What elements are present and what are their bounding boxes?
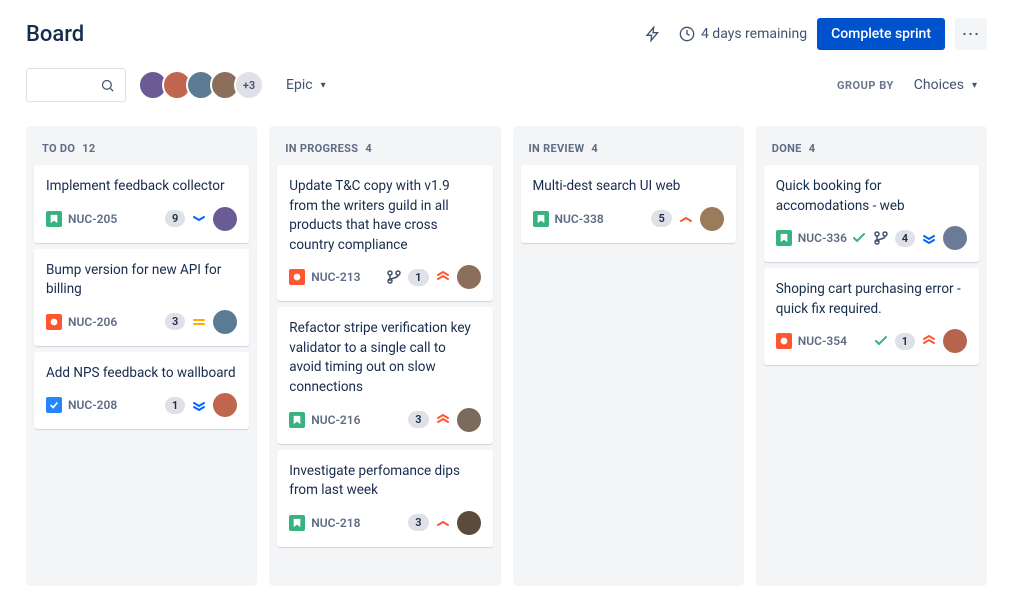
card-title: Shoping cart purchasing error - quick fi…: [776, 280, 967, 319]
search-icon: [100, 78, 115, 93]
page-title: Board: [26, 22, 84, 47]
issue-card[interactable]: Multi-dest search UI web NUC-338 5: [521, 165, 736, 243]
assignee-avatar[interactable]: [213, 393, 237, 417]
issue-key: NUC-338: [555, 212, 604, 226]
column-header: IN PROGRESS 4: [277, 134, 492, 165]
card-title: Bump version for new API for billing: [46, 261, 237, 300]
priority-highest-icon: [435, 412, 451, 428]
column-header: IN REVIEW 4: [521, 134, 736, 165]
column-count: 12: [82, 142, 95, 155]
priority-highest-icon: [921, 333, 937, 349]
story-points-badge: 3: [408, 411, 428, 428]
issue-key: NUC-213: [311, 270, 360, 284]
avatar-overflow[interactable]: +3: [234, 70, 264, 100]
priority-lowest-icon: [921, 230, 937, 246]
story-points-badge: 1: [408, 269, 428, 286]
card-title: Refactor stripe verification key validat…: [289, 319, 480, 397]
issue-key: NUC-336: [798, 231, 847, 245]
card-title: Quick booking for accomodations - web: [776, 177, 967, 216]
story-points-badge: 4: [895, 230, 915, 247]
story-points-badge: 5: [651, 210, 671, 227]
priority-lowest-icon: [191, 397, 207, 413]
column-count: 4: [591, 142, 598, 155]
column-count: 4: [365, 142, 372, 155]
issue-card[interactable]: Refactor stripe verification key validat…: [277, 307, 492, 443]
assignee-avatar[interactable]: [457, 265, 481, 289]
done-check-icon: [873, 333, 889, 349]
issue-card[interactable]: Update T&C copy with v1.9 from the write…: [277, 165, 492, 301]
priority-high-icon: [435, 515, 451, 531]
column-title: TO DO: [42, 142, 75, 155]
story-points-badge: 3: [408, 514, 428, 531]
assignee-avatar[interactable]: [700, 207, 724, 231]
issue-key: NUC-216: [311, 413, 360, 427]
branch-icon: [873, 230, 889, 246]
column-title: DONE: [772, 142, 802, 155]
branch-icon: [386, 269, 402, 285]
kanban-board: TO DO 12 Implement feedback collector NUC-…: [26, 126, 987, 586]
issue-key: NUC-205: [68, 212, 117, 226]
assignee-avatar[interactable]: [213, 310, 237, 334]
board-column: IN PROGRESS 4 Update T&C copy with v1.9 f…: [269, 126, 500, 586]
card-title: Investigate perfomance dips from last we…: [289, 462, 480, 501]
issue-key: NUC-218: [311, 516, 360, 530]
assignee-avatar[interactable]: [943, 226, 967, 250]
issue-card[interactable]: Add NPS feedback to wallboard NUC-208 1: [34, 352, 249, 430]
story-points-badge: 1: [165, 397, 185, 414]
story-issue-icon: [776, 230, 792, 246]
bug-issue-icon: [46, 314, 62, 330]
board-column: TO DO 12 Implement feedback collector NUC-…: [26, 126, 257, 586]
task-issue-icon: [46, 397, 62, 413]
column-header: DONE 4: [764, 134, 979, 165]
assignee-avatar[interactable]: [943, 329, 967, 353]
time-remaining: 4 days remaining: [679, 26, 807, 42]
assignee-avatar[interactable]: [213, 207, 237, 231]
done-check-icon: [851, 230, 867, 246]
card-title: Update T&C copy with v1.9 from the write…: [289, 177, 480, 255]
story-issue-icon: [289, 412, 305, 428]
issue-card[interactable]: Quick booking for accomodations - web NUC…: [764, 165, 979, 262]
assignee-filter-avatars[interactable]: +3: [138, 70, 264, 100]
column-title: IN REVIEW: [529, 142, 585, 155]
chevron-down-icon: ▾: [972, 80, 977, 91]
bug-issue-icon: [776, 333, 792, 349]
column-count: 4: [809, 142, 816, 155]
board-column: IN REVIEW 4 Multi-dest search UI web NUC-3…: [513, 126, 744, 586]
issue-card[interactable]: Implement feedback collector NUC-205 9: [34, 165, 249, 243]
more-menu-button[interactable]: ⋯: [955, 18, 987, 50]
column-header: TO DO 12: [34, 134, 249, 165]
bug-issue-icon: [289, 269, 305, 285]
story-points-badge: 1: [895, 333, 915, 350]
priority-highest-icon: [435, 269, 451, 285]
story-issue-icon: [533, 211, 549, 227]
story-issue-icon: [46, 211, 62, 227]
group-by-label: GROUP BY: [837, 79, 894, 92]
issue-card[interactable]: Shoping cart purchasing error - quick fi…: [764, 268, 979, 365]
assignee-avatar[interactable]: [457, 408, 481, 432]
card-title: Multi-dest search UI web: [533, 177, 724, 197]
column-title: IN PROGRESS: [285, 142, 358, 155]
search-input[interactable]: [26, 68, 126, 102]
bolt-icon[interactable]: [637, 18, 669, 50]
issue-card[interactable]: Bump version for new API for billing NUC-…: [34, 249, 249, 346]
group-by-dropdown[interactable]: Choices ▾: [904, 71, 987, 99]
assignee-avatar[interactable]: [457, 511, 481, 535]
priority-medium-icon: [191, 314, 207, 330]
card-title: Add NPS feedback to wallboard: [46, 364, 237, 384]
epic-filter-dropdown[interactable]: Epic ▾: [276, 71, 336, 99]
story-issue-icon: [289, 515, 305, 531]
priority-high-icon: [678, 211, 694, 227]
story-points-badge: 9: [165, 210, 185, 227]
clock-icon: [679, 26, 695, 42]
issue-key: NUC-206: [68, 315, 117, 329]
card-title: Implement feedback collector: [46, 177, 237, 197]
priority-low-icon: [191, 211, 207, 227]
issue-key: NUC-354: [798, 334, 847, 348]
complete-sprint-button[interactable]: Complete sprint: [817, 18, 945, 50]
chevron-down-icon: ▾: [321, 80, 326, 91]
board-column: DONE 4Quick booking for accomodations - …: [756, 126, 987, 586]
issue-card[interactable]: Investigate perfomance dips from last we…: [277, 450, 492, 547]
story-points-badge: 3: [165, 313, 185, 330]
issue-key: NUC-208: [68, 398, 117, 412]
